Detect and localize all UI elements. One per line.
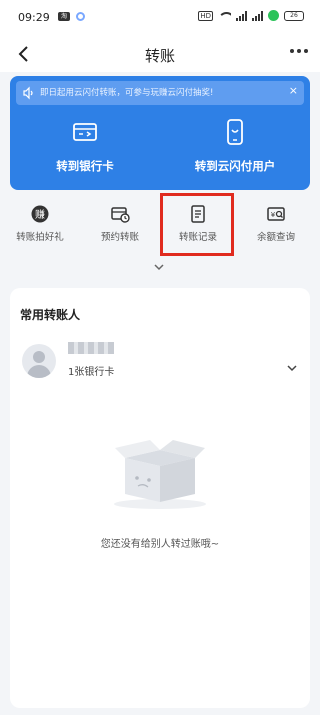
frequent-payees-card: 常用转账人 1张银行卡 您还没有给别人转过账哦~	[10, 288, 310, 708]
wifi-icon	[218, 11, 231, 21]
balance-check-label: 余额查询	[256, 232, 295, 243]
transfer-to-user-label: 转到云闪付用户	[194, 159, 276, 173]
bank-card-icon	[73, 123, 97, 141]
leaf-icon	[268, 10, 279, 21]
transfer-gift-button[interactable]: 赚 转账拍好礼	[0, 200, 80, 248]
more-icon[interactable]	[290, 49, 308, 53]
notice-text: 即日起用云闪付转账，可参与玩赚云闪付抽奖!	[40, 88, 214, 98]
transfer-to-user-button[interactable]: 转到云闪付用户	[160, 112, 310, 184]
nav-bar: 转账	[0, 36, 320, 72]
balance-check-icon: ¥	[267, 207, 285, 221]
page-title: 转账	[144, 47, 175, 65]
contact-name-redacted	[68, 342, 114, 354]
frequent-payees-title: 常用转账人	[20, 308, 81, 322]
transfer-to-bank-card-button[interactable]: 转到银行卡	[10, 112, 160, 184]
app-notification-icon	[76, 12, 85, 21]
scheduled-transfer-button[interactable]: 预约转账	[80, 200, 160, 248]
earn-icon: 赚	[31, 205, 49, 223]
hd-icon: HD	[198, 10, 213, 21]
close-icon[interactable]: ×	[289, 84, 298, 97]
status-bar: 09:29 淘 HD 26	[0, 0, 320, 36]
empty-box-illustration	[114, 440, 206, 509]
scheduled-transfer-icon	[111, 207, 130, 223]
transfer-to-bank-card-label: 转到银行卡	[56, 159, 114, 173]
svg-text:¥: ¥	[271, 211, 276, 219]
notice-banner[interactable]: 即日起用云闪付转账，可参与玩赚云闪付抽奖! ×	[16, 81, 304, 105]
empty-state-text: 您还没有给别人转过账哦~	[100, 539, 220, 550]
scheduled-transfer-label: 预约转账	[100, 232, 139, 243]
svg-text:赚: 赚	[35, 208, 45, 221]
status-time: 09:29	[18, 11, 50, 24]
balance-check-button[interactable]: ¥ 余额查询	[236, 200, 316, 248]
transfer-gift-label: 转账拍好礼	[16, 232, 64, 243]
transfer-hero-card: 即日起用云闪付转账，可参与玩赚云闪付抽奖! × 转到银行卡 转到云闪付用户	[10, 76, 310, 190]
contact-card-count: 1张银行卡	[68, 367, 115, 378]
highlight-box	[160, 193, 234, 256]
signal-icon	[236, 10, 247, 21]
speaker-icon	[23, 86, 33, 100]
taobao-notification-icon: 淘	[58, 12, 70, 21]
signal-icon-2	[252, 10, 263, 21]
avatar	[22, 344, 56, 378]
phone-user-icon	[227, 119, 243, 145]
battery-icon: 26	[284, 10, 304, 21]
chevron-down-icon[interactable]	[286, 364, 298, 372]
chevron-down-icon[interactable]	[152, 262, 166, 272]
